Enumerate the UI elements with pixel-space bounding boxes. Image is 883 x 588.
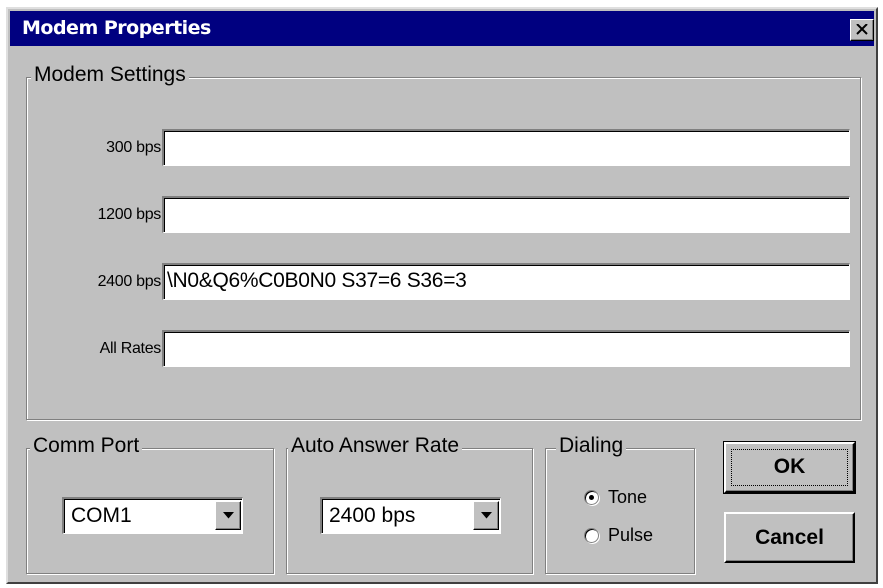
init-string-all-rates-field[interactable] <box>162 330 850 367</box>
dialing-tone-radio[interactable]: Tone <box>584 487 647 508</box>
init-string-300-field[interactable] <box>162 129 850 166</box>
comm-port-value: COM1 <box>71 504 132 527</box>
close-icon <box>856 24 868 35</box>
auto-answer-group: Auto Answer Rate 2400 bps <box>286 433 533 574</box>
tone-label: Tone <box>608 487 648 507</box>
modem-settings-legend: Modem Settings <box>31 62 189 88</box>
auto-answer-select[interactable]: 2400 bps <box>320 497 501 534</box>
dialing-group: Dialing Tone Pulse <box>545 433 695 574</box>
comm-port-dropdown-button[interactable] <box>215 501 241 530</box>
ok-button[interactable]: OK <box>723 441 856 494</box>
pulse-label: Pulse <box>608 525 654 545</box>
auto-answer-value: 2400 bps <box>329 504 416 527</box>
modem-settings-group: Modem Settings 300 bps 1200 bps 2400 bps… <box>26 62 861 420</box>
cancel-label: Cancel <box>755 526 824 549</box>
dialing-legend: Dialing <box>556 433 627 459</box>
chevron-down-icon <box>481 512 492 519</box>
ok-label: OK <box>773 455 806 478</box>
row-label-2400: 2400 bps <box>97 273 162 290</box>
radio-checked-icon <box>584 490 599 505</box>
row-label-300: 300 bps <box>106 139 161 156</box>
dialing-pulse-radio[interactable]: Pulse <box>584 525 653 546</box>
comm-port-legend: Comm Port <box>30 433 143 459</box>
close-button[interactable] <box>850 19 874 41</box>
init-string-2400-field[interactable]: \N0&Q6%C0B0N0 S37=6 S36=3 <box>162 263 850 300</box>
title-bar: Modem Properties <box>10 11 874 46</box>
init-string-1200-field[interactable] <box>162 196 850 233</box>
window-title: Modem Properties <box>22 17 211 39</box>
auto-answer-legend: Auto Answer Rate <box>288 433 463 459</box>
comm-port-select[interactable]: COM1 <box>62 497 243 534</box>
cancel-button[interactable]: Cancel <box>724 512 855 563</box>
row-label-all-rates: All Rates <box>99 340 162 357</box>
radio-unchecked-icon <box>584 528 599 543</box>
row-label-1200: 1200 bps <box>97 206 162 223</box>
comm-port-group: Comm Port COM1 <box>26 433 274 574</box>
auto-answer-dropdown-button[interactable] <box>473 501 499 530</box>
chevron-down-icon <box>223 512 234 519</box>
modem-properties-dialog: Modem Properties Modem Settings 300 bps … <box>6 7 878 584</box>
